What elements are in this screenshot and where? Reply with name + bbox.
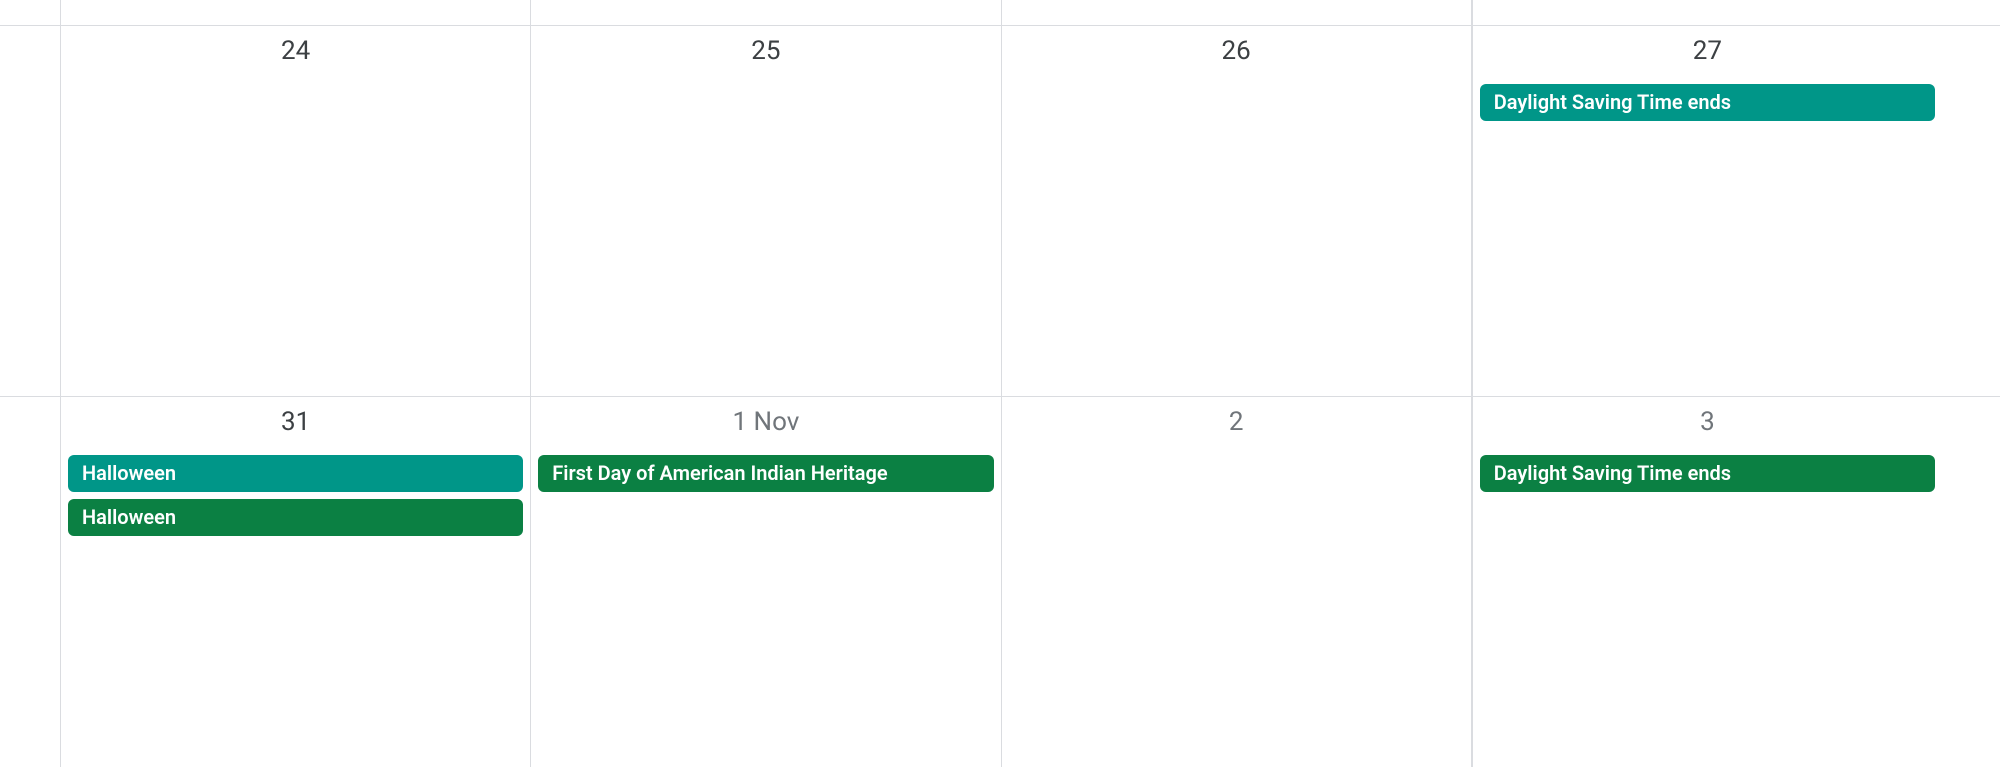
day-number[interactable]: 2 <box>1002 397 1471 437</box>
calendar-row: 31 Halloween Halloween 1 Nov First Day o… <box>0 396 2000 767</box>
calendar-grid: 24 25 26 27 Daylight Saving Time ends 31… <box>0 0 2000 767</box>
left-gutter <box>0 26 60 396</box>
left-gutter <box>0 397 60 767</box>
calendar-cell[interactable]: 24 <box>60 26 530 396</box>
calendar-event[interactable]: Daylight Saving Time ends <box>1480 84 1935 121</box>
calendar-row-stub <box>0 0 2000 25</box>
calendar-cell-stub[interactable] <box>60 0 530 25</box>
calendar-cell[interactable]: 1 Nov First Day of American Indian Herit… <box>530 397 1000 767</box>
left-gutter <box>0 0 60 25</box>
events-container: Halloween Halloween <box>61 455 530 536</box>
day-number[interactable]: 24 <box>61 26 530 66</box>
calendar-event[interactable]: Halloween <box>68 499 523 536</box>
calendar-cell[interactable]: 2 <box>1001 397 1472 767</box>
calendar-row: 24 25 26 27 Daylight Saving Time ends <box>0 25 2000 396</box>
events-container: Daylight Saving Time ends <box>1473 84 1942 121</box>
calendar-cell-stub[interactable] <box>1001 0 1472 25</box>
calendar-event[interactable]: Halloween <box>68 455 523 492</box>
right-gutter <box>1942 397 2000 767</box>
day-number[interactable]: 27 <box>1473 26 1942 66</box>
calendar-cell[interactable]: 25 <box>530 26 1000 396</box>
events-container: Daylight Saving Time ends <box>1473 455 1942 492</box>
calendar-event[interactable]: First Day of American Indian Heritage <box>538 455 993 492</box>
day-number[interactable]: 26 <box>1002 26 1471 66</box>
day-number[interactable]: 3 <box>1473 397 1942 437</box>
day-number[interactable]: 31 <box>61 397 530 437</box>
calendar-cell[interactable]: 26 <box>1001 26 1472 396</box>
right-gutter <box>1942 0 2000 25</box>
calendar-event[interactable]: Daylight Saving Time ends <box>1480 455 1935 492</box>
events-container: First Day of American Indian Heritage <box>531 455 1000 492</box>
calendar-cell-stub[interactable] <box>530 0 1000 25</box>
right-gutter <box>1942 26 2000 396</box>
calendar-cell-stub[interactable] <box>1472 0 1942 25</box>
day-number[interactable]: 25 <box>531 26 1000 66</box>
calendar-cell[interactable]: 27 Daylight Saving Time ends <box>1472 26 1942 396</box>
calendar-cell[interactable]: 3 Daylight Saving Time ends <box>1472 397 1942 767</box>
calendar-cell[interactable]: 31 Halloween Halloween <box>60 397 530 767</box>
day-number[interactable]: 1 Nov <box>531 397 1000 437</box>
